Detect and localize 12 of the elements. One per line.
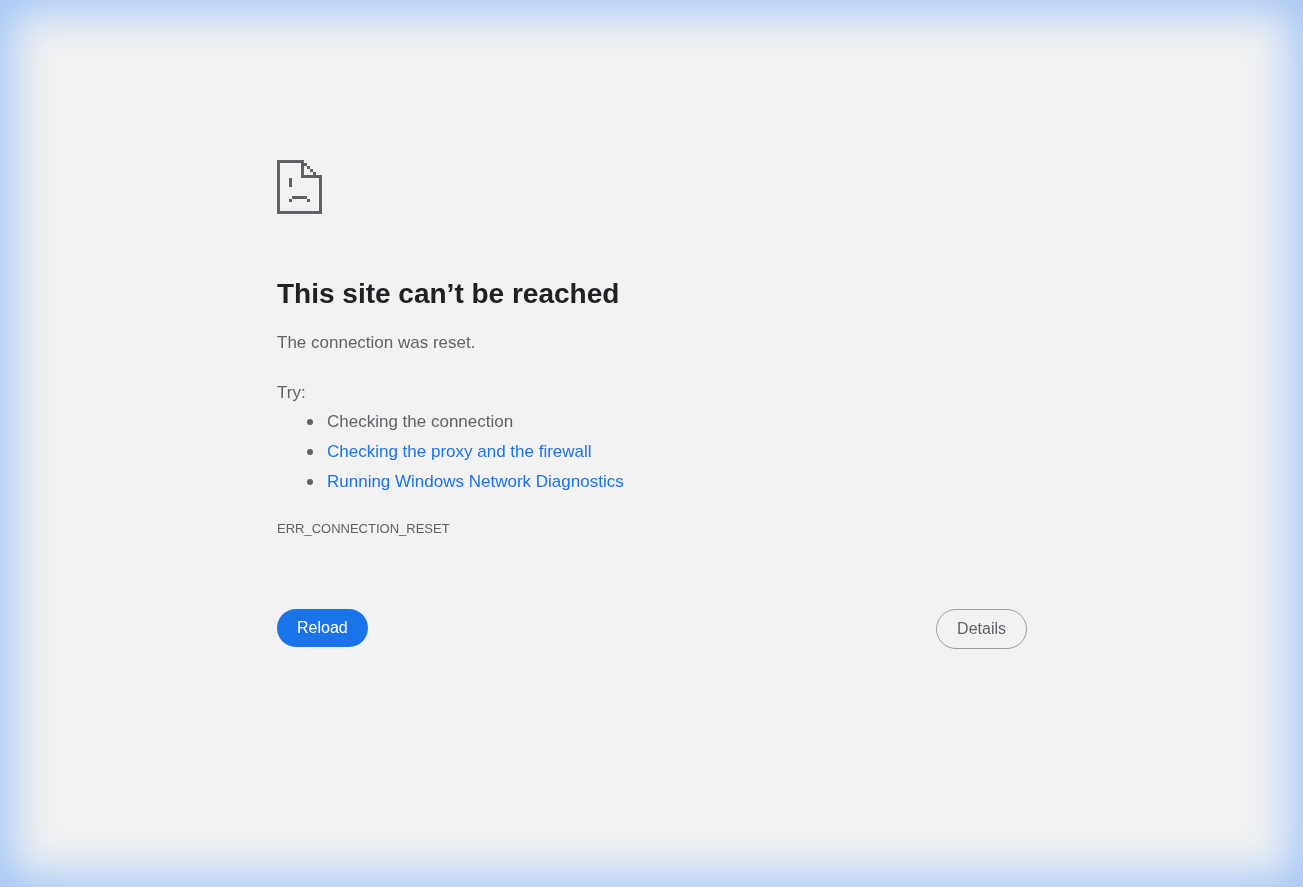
suggestion-text: Checking the connection [327,411,514,433]
error-heading: This site can’t be reached [277,277,621,311]
bullet-icon [307,479,313,485]
reload-button[interactable]: Reload [277,608,368,647]
try-label: Try: [277,381,307,404]
error-code: ERR_CONNECTION_RESET [277,520,451,538]
suggestion-link[interactable]: Checking the proxy and the firewall [327,441,592,463]
sad-page-icon [277,160,322,214]
suggestion-link[interactable]: Running Windows Network Diagnostics [327,471,624,493]
bullet-icon [307,449,313,455]
error-message: The connection was reset. [277,332,477,354]
bullet-icon [307,419,313,425]
